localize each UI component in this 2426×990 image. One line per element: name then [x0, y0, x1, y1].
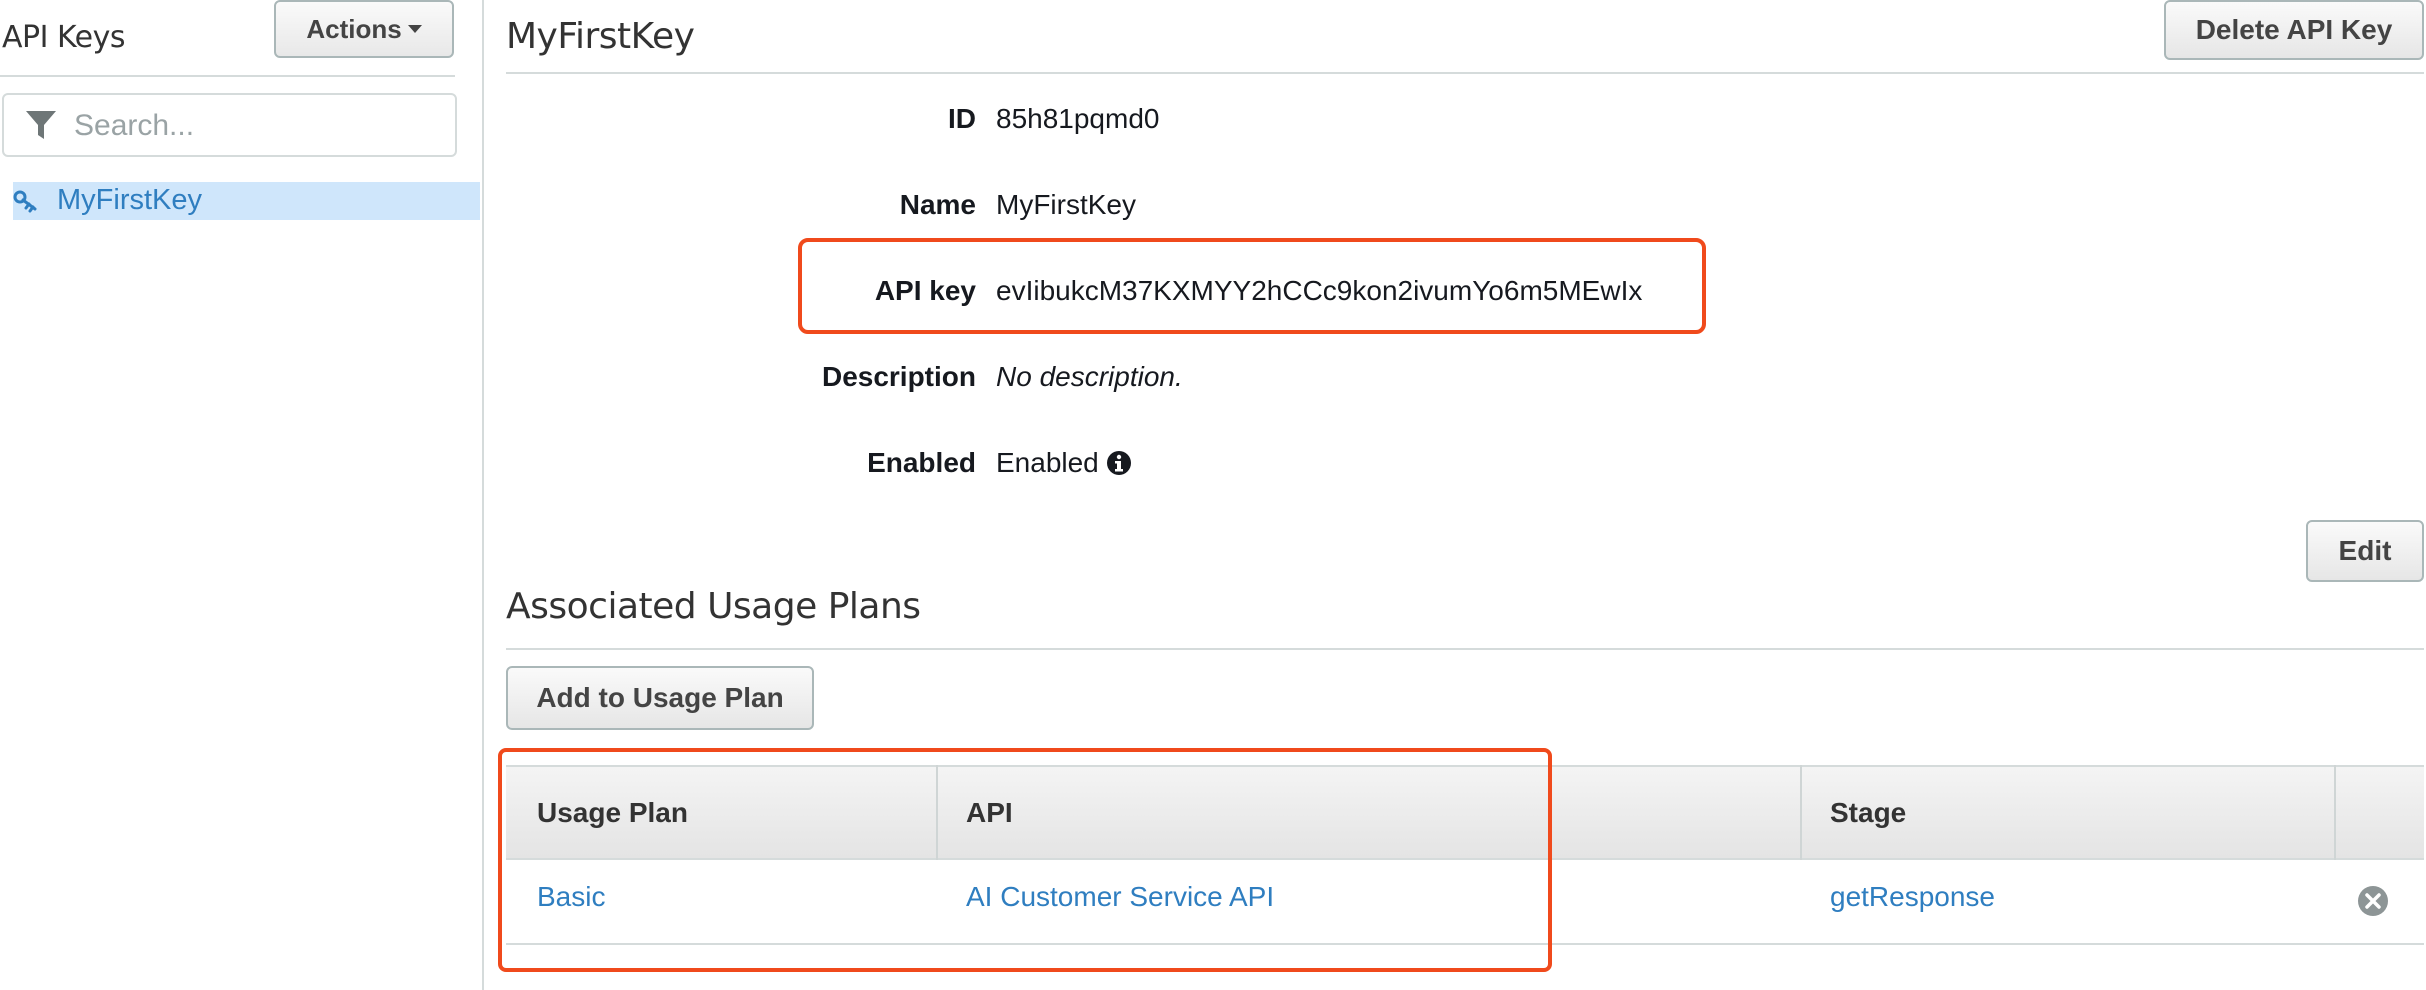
column-header-stage[interactable]: Stage — [1830, 797, 1906, 829]
description-value: No description. — [996, 361, 1183, 392]
name-value: MyFirstKey — [996, 189, 1136, 220]
name-label: Name — [899, 189, 976, 220]
api-key-highlight — [798, 238, 1706, 334]
usage-plans-divider — [506, 648, 2424, 650]
key-icon — [13, 190, 37, 213]
sidebar-divider — [0, 75, 455, 77]
stage-link[interactable]: getResponse — [1830, 881, 1995, 913]
sidebar-item-label: MyFirstKey — [57, 184, 202, 216]
actions-label: Actions — [306, 13, 402, 44]
page-title: MyFirstKey — [506, 16, 695, 57]
column-divider — [2334, 765, 2336, 860]
filter-icon — [26, 111, 56, 139]
info-icon[interactable] — [1106, 450, 1132, 476]
edit-button[interactable]: Edit — [2306, 520, 2424, 582]
id-label: ID — [948, 103, 976, 134]
id-value: 85h81pqmd0 — [996, 103, 1160, 134]
usage-plan-highlight — [498, 748, 1552, 972]
description-label: Description — [821, 361, 976, 392]
add-to-usage-plan-button[interactable]: Add to Usage Plan — [506, 666, 814, 730]
column-divider — [1800, 765, 1802, 860]
remove-circle-icon[interactable] — [2357, 885, 2389, 917]
sidebar-title: API Keys — [2, 20, 126, 55]
usage-plans-title: Associated Usage Plans — [506, 586, 921, 627]
caret-down-icon — [407, 25, 422, 33]
delete-api-key-button[interactable]: Delete API Key — [2164, 0, 2424, 60]
enabled-label: Enabled — [867, 447, 976, 478]
search-input[interactable] — [72, 98, 446, 154]
title-divider — [506, 72, 2424, 74]
actions-dropdown-button[interactable]: Actions — [274, 0, 454, 58]
enabled-value: Enabled — [996, 447, 1099, 478]
